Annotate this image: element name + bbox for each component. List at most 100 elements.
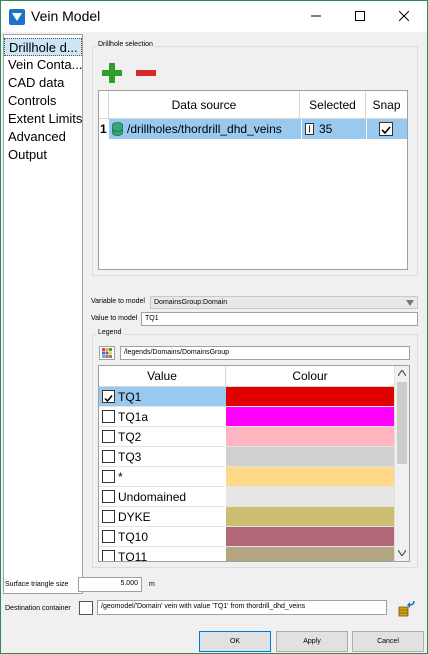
window-title: Vein Model — [31, 8, 101, 24]
legend-value-cell: TQ1 — [99, 387, 225, 407]
surface-triangle-size-input[interactable]: 5.000 — [78, 577, 142, 592]
remove-drillhole-button[interactable] — [135, 62, 157, 84]
legend-row-checkbox[interactable] — [102, 410, 115, 423]
column-header-value[interactable]: Value — [99, 366, 226, 387]
nav-item-extent-limits[interactable]: Extent Limits — [4, 110, 82, 128]
column-header-snap[interactable]: Snap — [366, 91, 407, 119]
destination-container-label: Destination container — [5, 605, 71, 612]
legend-row[interactable]: Undomained — [99, 487, 395, 507]
legend-colour-swatch[interactable] — [226, 447, 395, 467]
legend-colour-swatch[interactable] — [226, 387, 395, 407]
legend-picker-button[interactable] — [99, 346, 115, 360]
legend-colour-swatch[interactable] — [226, 487, 395, 507]
column-header-selected[interactable]: Selected — [300, 91, 366, 119]
container-browse-icon — [398, 600, 415, 617]
legend-row-checkbox[interactable] — [102, 470, 115, 483]
legend-value-label: TQ1a — [118, 410, 149, 424]
legend-row-checkbox[interactable] — [102, 510, 115, 523]
legend-row-checkbox[interactable] — [102, 550, 115, 561]
cancel-button[interactable]: Cancel — [352, 631, 424, 652]
ok-button[interactable]: OK — [199, 631, 271, 652]
legend-path-input[interactable]: /legends/Domains/DomainsGroup — [120, 346, 410, 360]
nav-item-controls[interactable]: Controls — [4, 92, 82, 110]
legend-value-label: Undomained — [118, 490, 187, 504]
minimize-icon — [311, 15, 321, 17]
legend-row[interactable]: TQ1a — [99, 407, 395, 427]
legend-row-checkbox[interactable] — [102, 390, 115, 403]
legend-scrollbar[interactable] — [394, 366, 409, 561]
nav-item-output[interactable]: Output — [4, 146, 82, 164]
scroll-up-icon[interactable] — [398, 370, 406, 376]
checkmark-icon — [104, 395, 113, 403]
nav-item-vein-contacts[interactable]: Vein Conta... — [4, 56, 82, 74]
value-to-model-label: Value to model — [91, 315, 138, 322]
legend-colour-swatch[interactable] — [226, 407, 395, 427]
legend-value-label: DYKE — [118, 510, 151, 524]
minimize-button[interactable] — [294, 1, 338, 32]
legend-table: Value Colour TQ1 TQ1a TQ2 TQ3 * Undomained DYK… — [98, 365, 410, 562]
surface-unit-label: m — [149, 581, 155, 588]
legend-row[interactable]: TQ10 — [99, 527, 395, 547]
data-source-value: /drillholes/thordrill_dhd_veins — [127, 122, 282, 136]
title-bar: Vein Model — [1, 1, 427, 32]
legend-colour-swatch[interactable] — [226, 547, 395, 561]
legend-value-cell: DYKE — [99, 507, 225, 527]
apply-button[interactable]: Apply — [276, 631, 348, 652]
legend-row[interactable]: DYKE — [99, 507, 395, 527]
legend-grid-icon — [102, 348, 112, 358]
legend-value-label: TQ1 — [118, 390, 142, 404]
legend-row-checkbox[interactable] — [102, 490, 115, 503]
legend-row[interactable]: TQ3 — [99, 447, 395, 467]
legend-colour-swatch[interactable] — [226, 467, 395, 487]
column-header-colour[interactable]: Colour — [226, 366, 395, 387]
legend-value-cell: * — [99, 467, 225, 487]
table-row[interactable]: /drillholes/thordrill_dhd_veins 35 — [109, 119, 407, 139]
nav-item-drillhole-data[interactable]: Drillhole d... — [4, 38, 82, 56]
add-drillhole-button[interactable] — [101, 62, 123, 84]
legend-value-label: TQ11 — [118, 550, 148, 562]
nav-item-cad-data[interactable]: CAD data — [4, 74, 82, 92]
nav-item-advanced[interactable]: Advanced — [4, 128, 82, 146]
selected-count: 35 — [319, 122, 333, 136]
legend-value-label: * — [118, 470, 123, 484]
close-window-button[interactable] — [382, 1, 426, 32]
browse-container-button[interactable] — [397, 598, 417, 618]
legend-row-checkbox[interactable] — [102, 450, 115, 463]
legend-colour-swatch[interactable] — [226, 507, 395, 527]
app-logo-icon — [9, 9, 25, 25]
row-number: 1 — [100, 122, 107, 136]
database-icon — [112, 122, 123, 136]
legend-value-cell: TQ3 — [99, 447, 225, 467]
destination-overwrite-checkbox[interactable] — [79, 601, 93, 615]
legend-value-label: TQ3 — [118, 450, 142, 464]
legend-value-label: TQ10 — [118, 530, 149, 544]
sidebar-nav: Drillhole d... Vein Conta... CAD data Co… — [3, 34, 83, 594]
legend-row-checkbox[interactable] — [102, 530, 115, 543]
legend-colour-swatch[interactable] — [226, 527, 395, 547]
scrollbar-thumb[interactable] — [397, 382, 407, 464]
close-icon — [399, 11, 409, 21]
destination-container-input[interactable]: /geomodel/'Domain' vein with value 'TQ1'… — [97, 600, 387, 615]
value-to-model-input[interactable]: TQ1 — [141, 312, 418, 326]
variable-to-model-select[interactable]: DomainsGroup:Domain — [150, 296, 418, 309]
vein-model-window: Vein Model Drillhole d... Vein Conta... … — [0, 0, 428, 654]
drillhole-selection-label: Drillhole selection — [96, 41, 155, 48]
surface-triangle-size-label: Surface triangle size — [5, 581, 69, 588]
legend-value-label: TQ2 — [118, 430, 142, 444]
legend-row-checkbox[interactable] — [102, 430, 115, 443]
maximize-button[interactable] — [338, 1, 382, 32]
legend-row[interactable]: TQ11 — [99, 547, 395, 562]
legend-row[interactable]: TQ1 — [99, 387, 395, 407]
snap-checkbox[interactable] — [379, 122, 393, 136]
legend-row[interactable]: * — [99, 467, 395, 487]
scroll-down-icon[interactable] — [398, 550, 406, 556]
legend-value-cell: TQ10 — [99, 527, 225, 547]
legend-value-cell: TQ1a — [99, 407, 225, 427]
legend-colour-swatch[interactable] — [226, 427, 395, 447]
maximize-icon — [355, 11, 365, 21]
variable-to-model-value: DomainsGroup:Domain — [154, 299, 228, 306]
legend-row[interactable]: TQ2 — [99, 427, 395, 447]
variable-to-model-label: Variable to model — [91, 298, 145, 305]
column-header-data-source[interactable]: Data source — [109, 91, 300, 119]
drillhole-table: Data source Selected Snap 1 /drillholes/… — [98, 90, 408, 270]
